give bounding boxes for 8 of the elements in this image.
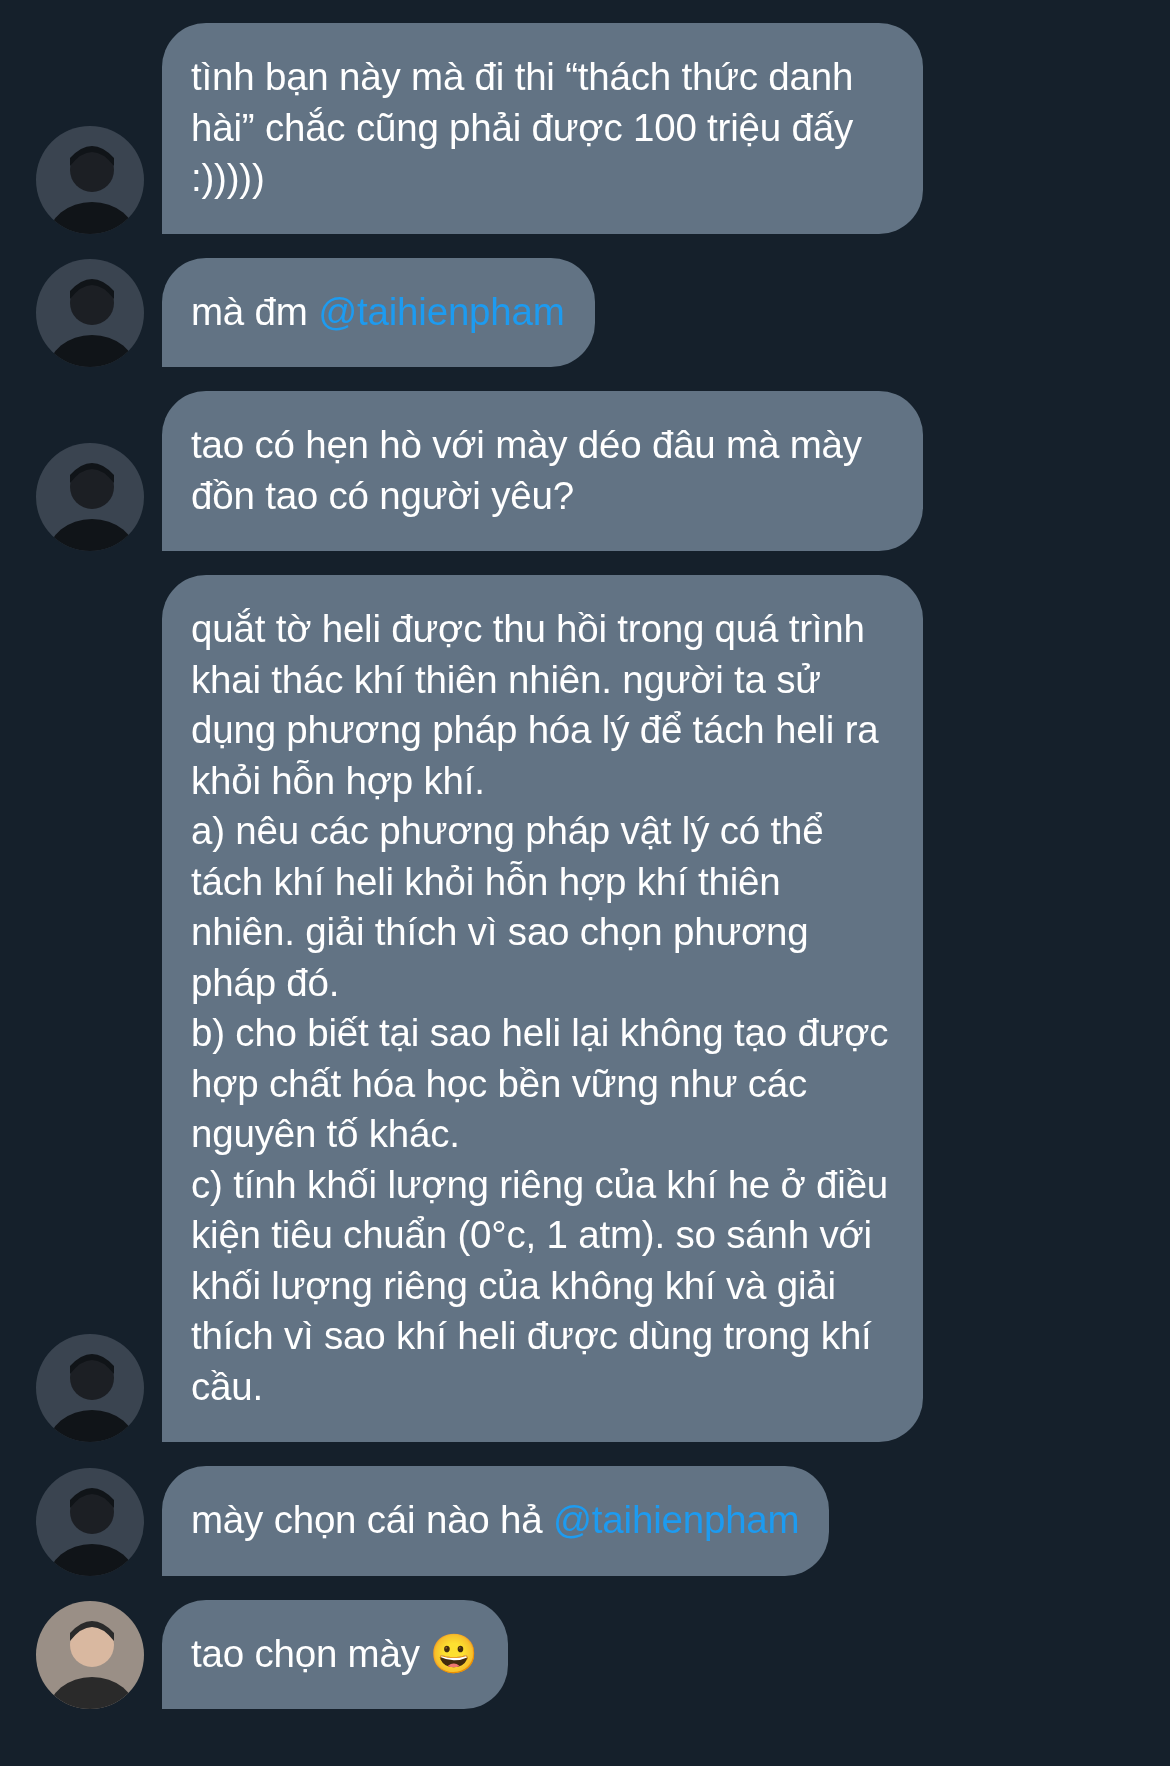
message-bubble: tình bạn này mà đi thi “thách thức danh hài” chắc cũng phải được 100 triệu đấy :)))))	[162, 23, 923, 234]
mention-link[interactable]: @taihienpham	[553, 1498, 800, 1541]
message-bubble: tao chọn mày 😀	[162, 1599, 509, 1709]
message-bubble: tao có hẹn hò với mày déo đâu mà mày đồn tao có người yêu?	[162, 391, 923, 551]
mention-link[interactable]: @taihienpham	[318, 289, 565, 333]
message-bubble: mày chọn cái nào hả @taihienpham	[162, 1466, 830, 1576]
message-bubble: mà đm @taihienpham	[162, 257, 595, 367]
message-bubble: quắt tờ heli được thu hồi trong quá trình khai thác khí thiên nhiên. người ta sử dụng phương pháp hóa lý để tách heli ra khỏi hỗn hợp khí. a) nêu các phương pháp vật lý có thể tách khí heli khỏi hỗn hợp khí thiên nhiên. giải thích vì sao chọn phương pháp đó. b) cho biết tại sao heli lại không tạo được hợp chất hóa học bền vững như các nguyên tố khác. c) tính khối lượng riêng của khí he ở điều kiện tiêu chuẩn (0°c, 1 atm). so sánh với khối lượng riêng của không khí và giải thích vì sao khí heli được dùng trong khí cầu.	[162, 575, 923, 1442]
